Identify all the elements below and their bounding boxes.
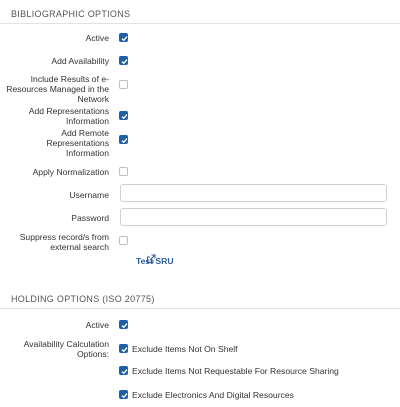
password-input[interactable] — [120, 208, 387, 226]
check-icon — [121, 114, 128, 120]
check-icon — [121, 393, 128, 399]
apply-normalization-label: Apply Normalization — [32, 167, 109, 177]
username-input[interactable] — [120, 184, 387, 202]
check-icon — [121, 138, 128, 144]
availability-calculation-label: Availability Calculation Options: — [0, 339, 109, 359]
add-remote-label-line: Add Remote — [61, 128, 109, 138]
suppress-checkbox[interactable] — [119, 236, 128, 245]
add-remote-label-line: Representations — [46, 138, 109, 148]
check-icon — [121, 59, 128, 65]
add-availability-checkbox[interactable] — [119, 56, 128, 65]
apply-normalization-checkbox[interactable] — [119, 167, 128, 176]
external-link-icon[interactable] — [146, 254, 156, 264]
exclude-electronic-label: Exclude Electronics And Digital Resource… — [132, 390, 294, 400]
exclude-electronic-checkbox[interactable] — [119, 390, 128, 399]
active-checkbox[interactable] — [119, 33, 128, 42]
add-remote-label: Add Remote Representations Information — [0, 128, 109, 158]
section-divider — [0, 23, 400, 24]
include-results-label-line: Network — [77, 94, 109, 104]
add-representations-checkbox[interactable] — [119, 111, 128, 120]
add-representations-label: Add Representations Information — [0, 106, 109, 126]
username-label: Username — [69, 190, 109, 200]
availability-calculation-label-line: Options: — [76, 349, 109, 359]
holding-active-checkbox[interactable] — [119, 320, 128, 329]
add-representations-label-line: Information — [66, 116, 109, 126]
add-remote-checkbox[interactable] — [119, 135, 128, 144]
password-label: Password — [71, 213, 109, 223]
include-results-checkbox[interactable] — [119, 80, 128, 89]
include-results-label-line: Resources Managed in the — [6, 84, 109, 94]
exclude-not-on-shelf-label: Exclude Items Not On Shelf — [132, 344, 238, 354]
add-availability-label: Add Availability — [51, 56, 109, 66]
check-icon — [121, 323, 128, 329]
active-label: Active — [85, 33, 109, 43]
include-results-label-line: Include Results of e- — [30, 74, 109, 84]
check-icon — [121, 347, 128, 353]
include-results-label: Include Results of e- Resources Managed … — [0, 74, 109, 104]
suppress-label-line: external search — [50, 242, 109, 252]
holding-options-title: HOLDING OPTIONS (ISO 20775) — [11, 294, 155, 304]
section-divider — [0, 308, 400, 309]
bibliographic-options-title: BIBLIOGRAPHIC OPTIONS — [11, 9, 131, 19]
availability-calculation-label-line: Availability Calculation — [23, 339, 109, 349]
holding-active-label: Active — [85, 320, 109, 330]
check-icon — [121, 36, 128, 42]
suppress-label: Suppress record/s from external search — [0, 232, 109, 252]
check-icon — [121, 369, 128, 375]
exclude-not-requestable-checkbox[interactable] — [119, 366, 128, 375]
exclude-not-on-shelf-checkbox[interactable] — [119, 344, 128, 353]
exclude-not-requestable-label: Exclude Items Not Requestable For Resour… — [132, 366, 339, 376]
add-representations-label-line: Add Representations — [28, 106, 109, 116]
suppress-label-line: Suppress record/s from — [19, 232, 109, 242]
add-remote-label-line: Information — [66, 148, 109, 158]
